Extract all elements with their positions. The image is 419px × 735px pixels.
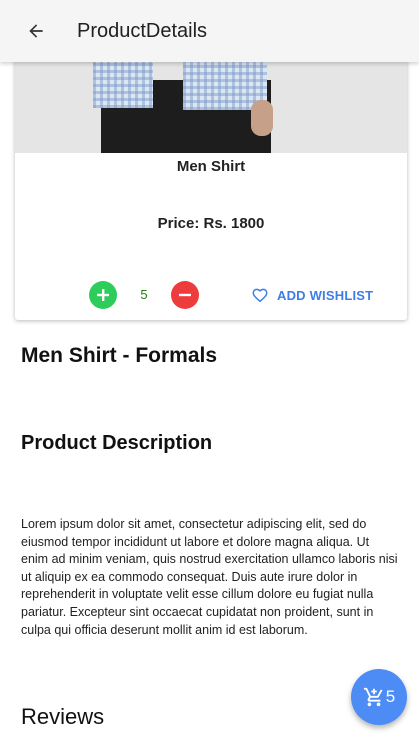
app-bar: ProductDetails [0,0,419,62]
product-name: Men Shirt [176,158,246,175]
back-button[interactable] [22,17,50,45]
decrease-quantity-button[interactable] [171,281,199,309]
product-price: Price: Rs. 1800 [157,215,265,232]
heart-outline-icon [252,288,268,303]
product-image [15,50,407,153]
cart-icon [363,687,383,707]
add-wishlist-label: ADD WISHLIST [277,287,374,303]
description-text: Lorem ipsum dolor sit amet, consectetur … [21,517,398,637]
page-title: ProductDetails [77,20,208,42]
product-card: Men Shirt Price: Rs. 1800 5 ADD WISHLIST [15,50,407,320]
quantity-value: 5 [140,287,148,302]
quantity-stepper: 5 ADD WISHLIST [15,281,407,309]
product-full-title: Men Shirt - Formals [21,344,218,367]
plus-icon [97,289,109,301]
cart-count: 5 [385,687,396,706]
arrow-left-icon [29,24,43,38]
minus-icon [179,293,191,297]
description-heading: Product Description [21,432,213,454]
reviews-heading: Reviews [21,704,105,729]
cart-button[interactable]: 5 [351,669,407,725]
product-image-hand [251,100,273,136]
add-wishlist-button[interactable]: ADD WISHLIST [251,283,373,307]
increase-quantity-button[interactable] [89,281,117,309]
